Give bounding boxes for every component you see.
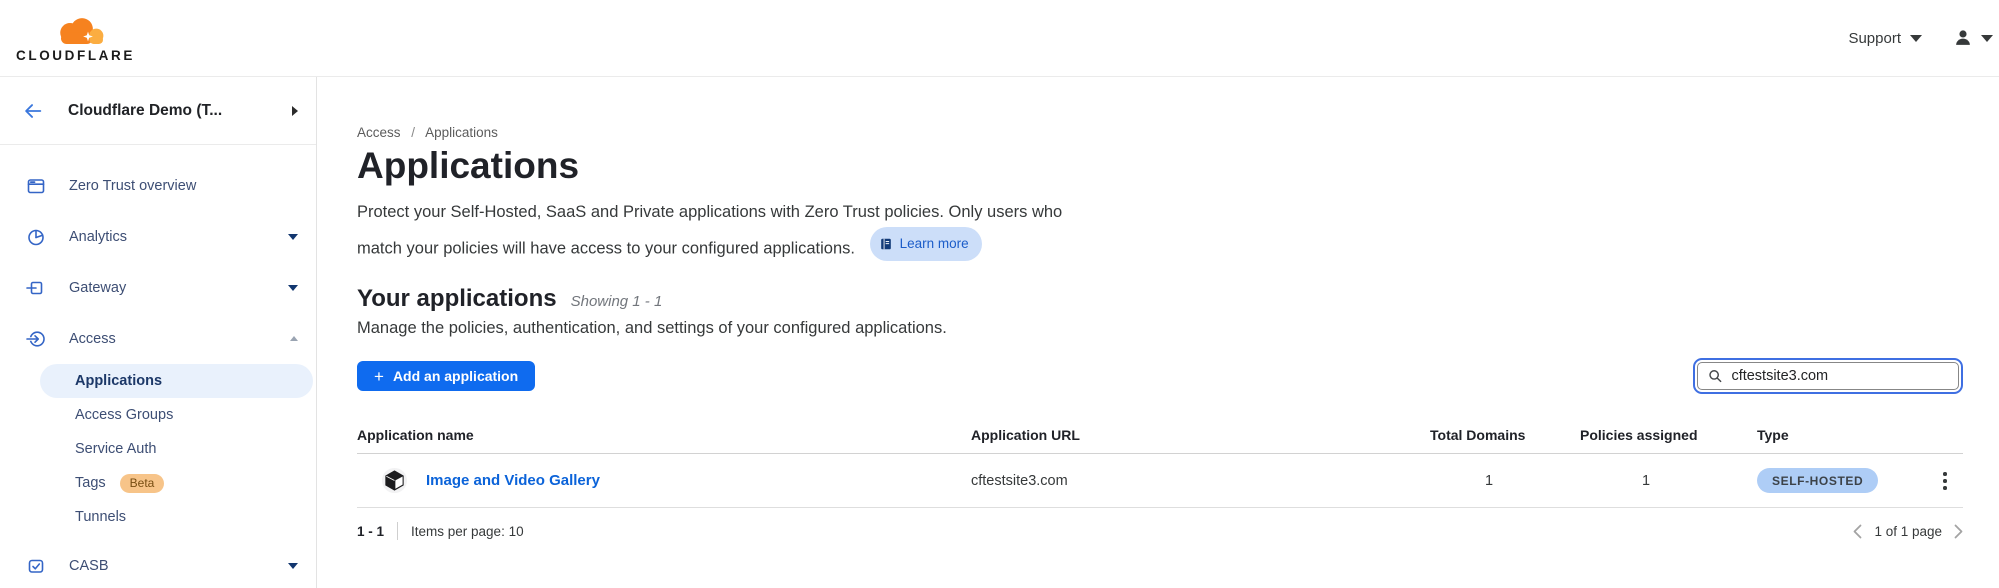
col-total-domains: Total Domains (1430, 427, 1548, 443)
breadcrumb-separator: / (411, 125, 415, 140)
page-description: Protect your Self-Hosted, SaaS and Priva… (357, 198, 1963, 262)
gateway-icon (26, 278, 46, 298)
application-link[interactable]: Image and Video Gallery (426, 472, 600, 489)
support-menu[interactable]: Support (1848, 30, 1922, 47)
total-domains-value: 1 (1430, 473, 1548, 489)
pagination: 1 - 1 Items per page: 10 1 of 1 page (357, 508, 1963, 554)
add-application-button[interactable]: + Add an application (357, 361, 535, 391)
sidebar-item-zero-trust-overview[interactable]: Zero Trust overview (0, 160, 316, 211)
next-page-button[interactable] (1954, 524, 1963, 539)
book-icon (879, 237, 893, 251)
chevron-down-icon (288, 234, 298, 240)
search-box[interactable] (1697, 362, 1959, 390)
user-menu[interactable] (1952, 27, 1993, 49)
access-login-icon (26, 329, 46, 349)
add-application-label: Add an application (393, 368, 518, 384)
sidebar-item-access-groups[interactable]: Access Groups (0, 398, 316, 432)
col-application-url: Application URL (971, 427, 1430, 443)
pagination-range: 1 - 1 (357, 524, 384, 539)
items-per-page[interactable]: Items per page: 10 (411, 524, 524, 539)
chevron-right-icon (1954, 524, 1963, 539)
col-type: Type (1744, 427, 1927, 443)
sidebar-item-service-auth[interactable]: Service Auth (0, 432, 316, 466)
sidebar: Cloudflare Demo (T... Zero Trust overvie… (0, 77, 317, 588)
chevron-left-icon (1853, 524, 1862, 539)
description-line1: Protect your Self-Hosted, SaaS and Priva… (357, 203, 1062, 221)
sidebar-item-label: Gateway (69, 280, 288, 296)
plus-icon: + (374, 368, 384, 385)
previous-page-button[interactable] (1853, 524, 1862, 539)
sidebar-item-tags[interactable]: Tags Beta (0, 466, 316, 500)
support-label: Support (1848, 30, 1901, 47)
sidebar-item-label: Applications (40, 373, 162, 389)
table-row: Image and Video Gallery cftestsite3.com … (357, 454, 1963, 508)
cloudflare-cloud-icon (42, 14, 116, 47)
chevron-down-icon (1981, 35, 1993, 42)
sidebar-item-label: Tags (0, 475, 106, 491)
sidebar-item-label: Access Groups (0, 407, 173, 423)
section-subtitle: Manage the policies, authentication, and… (357, 319, 1963, 338)
sidebar-item-label: CASB (69, 558, 288, 574)
cloudflare-wordmark: CLOUDFLARE (16, 48, 156, 63)
search-focus-ring (1693, 358, 1963, 394)
page-info: 1 of 1 page (1874, 524, 1942, 539)
sidebar-item-casb[interactable]: CASB (0, 540, 316, 588)
chevron-right-icon (292, 106, 298, 116)
type-badge: SELF-HOSTED (1757, 468, 1878, 493)
table-header: Application name Application URL Total D… (357, 416, 1963, 454)
search-icon (1708, 368, 1722, 384)
page-title: Applications (357, 146, 1963, 186)
breadcrumb-applications[interactable]: Applications (425, 125, 498, 140)
description-line2: match your policies will have access to … (357, 239, 855, 257)
learn-more-button[interactable]: Learn more (870, 227, 982, 262)
breadcrumb: Access / Applications (357, 125, 1963, 140)
window-icon (26, 176, 46, 196)
sidebar-item-access[interactable]: Access (0, 313, 316, 364)
search-input[interactable] (1731, 368, 1948, 384)
sidebar-item-label: Analytics (69, 229, 288, 245)
col-application-name: Application name (357, 427, 971, 443)
account-name: Cloudflare Demo (T... (68, 102, 292, 120)
pagination-divider (397, 522, 398, 540)
sidebar-item-label: Access (69, 331, 290, 347)
pie-chart-icon (26, 227, 46, 247)
cloudflare-logo: CLOUDFLARE (16, 14, 156, 63)
sidebar-item-label: Tunnels (0, 509, 126, 525)
sidebar-item-tunnels[interactable]: Tunnels (0, 500, 316, 534)
policies-assigned-value: 1 (1548, 473, 1744, 489)
account-switcher[interactable]: Cloudflare Demo (T... (0, 77, 316, 145)
col-policies-assigned: Policies assigned (1548, 427, 1744, 443)
chevron-down-icon (1910, 35, 1922, 42)
learn-more-label: Learn more (900, 230, 969, 259)
row-menu-button[interactable] (1927, 468, 1963, 494)
section-title: Your applications (357, 284, 557, 314)
sidebar-item-label: Service Auth (0, 441, 156, 457)
top-bar: CLOUDFLARE Support (0, 0, 1999, 77)
casb-check-icon (26, 556, 46, 576)
chevron-down-icon (288, 563, 298, 569)
showing-count: Showing 1 - 1 (571, 293, 663, 310)
application-url: cftestsite3.com (971, 473, 1430, 489)
main-content: Access / Applications Applications Prote… (317, 77, 1999, 588)
app-cube-icon (381, 467, 408, 494)
user-icon (1952, 27, 1974, 49)
sidebar-item-gateway[interactable]: Gateway (0, 262, 316, 313)
sidebar-item-label: Zero Trust overview (69, 178, 298, 194)
beta-badge: Beta (120, 474, 165, 493)
chevron-down-icon (288, 285, 298, 291)
breadcrumb-access[interactable]: Access (357, 125, 401, 140)
chevron-up-icon (290, 336, 298, 341)
back-arrow-icon[interactable] (22, 100, 44, 122)
access-subnav: Applications Access Groups Service Auth … (0, 364, 316, 534)
sidebar-item-applications[interactable]: Applications (40, 364, 313, 398)
sidebar-nav: Zero Trust overview Analytics Gateway (0, 145, 316, 588)
sidebar-item-analytics[interactable]: Analytics (0, 211, 316, 262)
